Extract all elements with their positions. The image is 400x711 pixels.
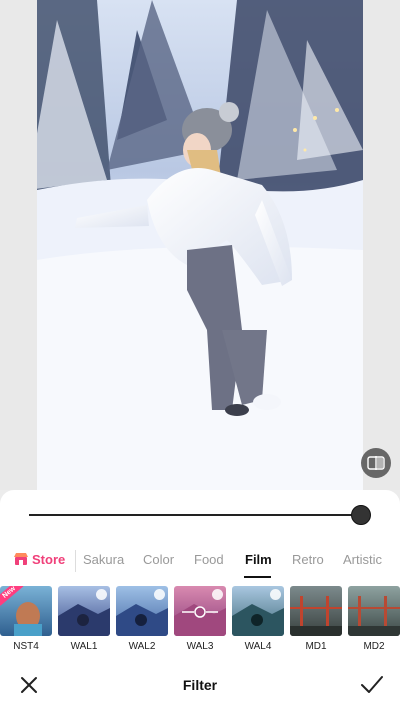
filter-panel: Store Sakura Color Food Film Retro Artis… xyxy=(0,490,400,711)
photo-canvas xyxy=(0,0,400,490)
filter-label: NST4 xyxy=(13,641,39,652)
filter-md1[interactable]: MD1 xyxy=(290,586,342,652)
tab-sakura[interactable]: Sakura xyxy=(83,552,124,567)
slider-track[interactable] xyxy=(29,514,361,516)
intensity-slider[interactable] xyxy=(29,505,371,525)
tab-color[interactable]: Color xyxy=(143,552,174,567)
filter-label: WAL1 xyxy=(70,641,98,652)
filter-label: WAL2 xyxy=(128,641,156,652)
tab-retro[interactable]: Retro xyxy=(292,552,324,567)
filter-label: MD2 xyxy=(363,641,385,652)
filter-wal4[interactable]: WAL4 xyxy=(232,586,284,652)
bottom-toolbar: Filter xyxy=(0,666,400,711)
filter-thumbnail: New xyxy=(0,586,52,636)
filter-wal3[interactable]: WAL3 xyxy=(174,586,226,652)
filter-thumbnail xyxy=(290,586,342,636)
tab-artistic[interactable]: Artistic xyxy=(343,552,382,567)
tab-food[interactable]: Food xyxy=(194,552,224,567)
page-title: Filter xyxy=(182,677,218,693)
premium-icon xyxy=(96,589,107,600)
slider-knob[interactable] xyxy=(351,505,371,525)
filter-nst4[interactable]: New NST4 xyxy=(0,586,52,652)
premium-icon xyxy=(270,589,281,600)
compare-icon xyxy=(367,456,385,470)
edited-photo xyxy=(37,0,363,490)
filter-thumbnail xyxy=(174,586,226,636)
filter-label: MD1 xyxy=(305,641,327,652)
filter-label: WAL4 xyxy=(244,641,272,652)
active-tab-indicator xyxy=(244,576,271,578)
store-tab[interactable]: Store xyxy=(14,552,65,567)
filter-category-tabs: Store Sakura Color Food Film Retro Artis… xyxy=(0,550,400,578)
filter-thumbnail-list: New NST4 WAL1 WAL2 WAL3 WAL4 MD1 MD2 xyxy=(0,586,400,656)
compare-button[interactable] xyxy=(361,448,391,478)
filter-thumbnail xyxy=(116,586,168,636)
store-icon xyxy=(14,553,28,565)
filter-wal2[interactable]: WAL2 xyxy=(116,586,168,652)
premium-icon xyxy=(212,589,223,600)
filter-md2[interactable]: MD2 xyxy=(348,586,400,652)
check-icon[interactable] xyxy=(360,674,384,696)
premium-icon xyxy=(154,589,165,600)
filter-thumbnail xyxy=(58,586,110,636)
filter-thumbnail xyxy=(348,586,400,636)
tab-divider xyxy=(75,550,76,572)
filter-thumbnail xyxy=(232,586,284,636)
filter-label: WAL3 xyxy=(186,641,214,652)
tab-film[interactable]: Film xyxy=(245,552,272,567)
store-label: Store xyxy=(32,552,66,567)
filter-wal1[interactable]: WAL1 xyxy=(58,586,110,652)
